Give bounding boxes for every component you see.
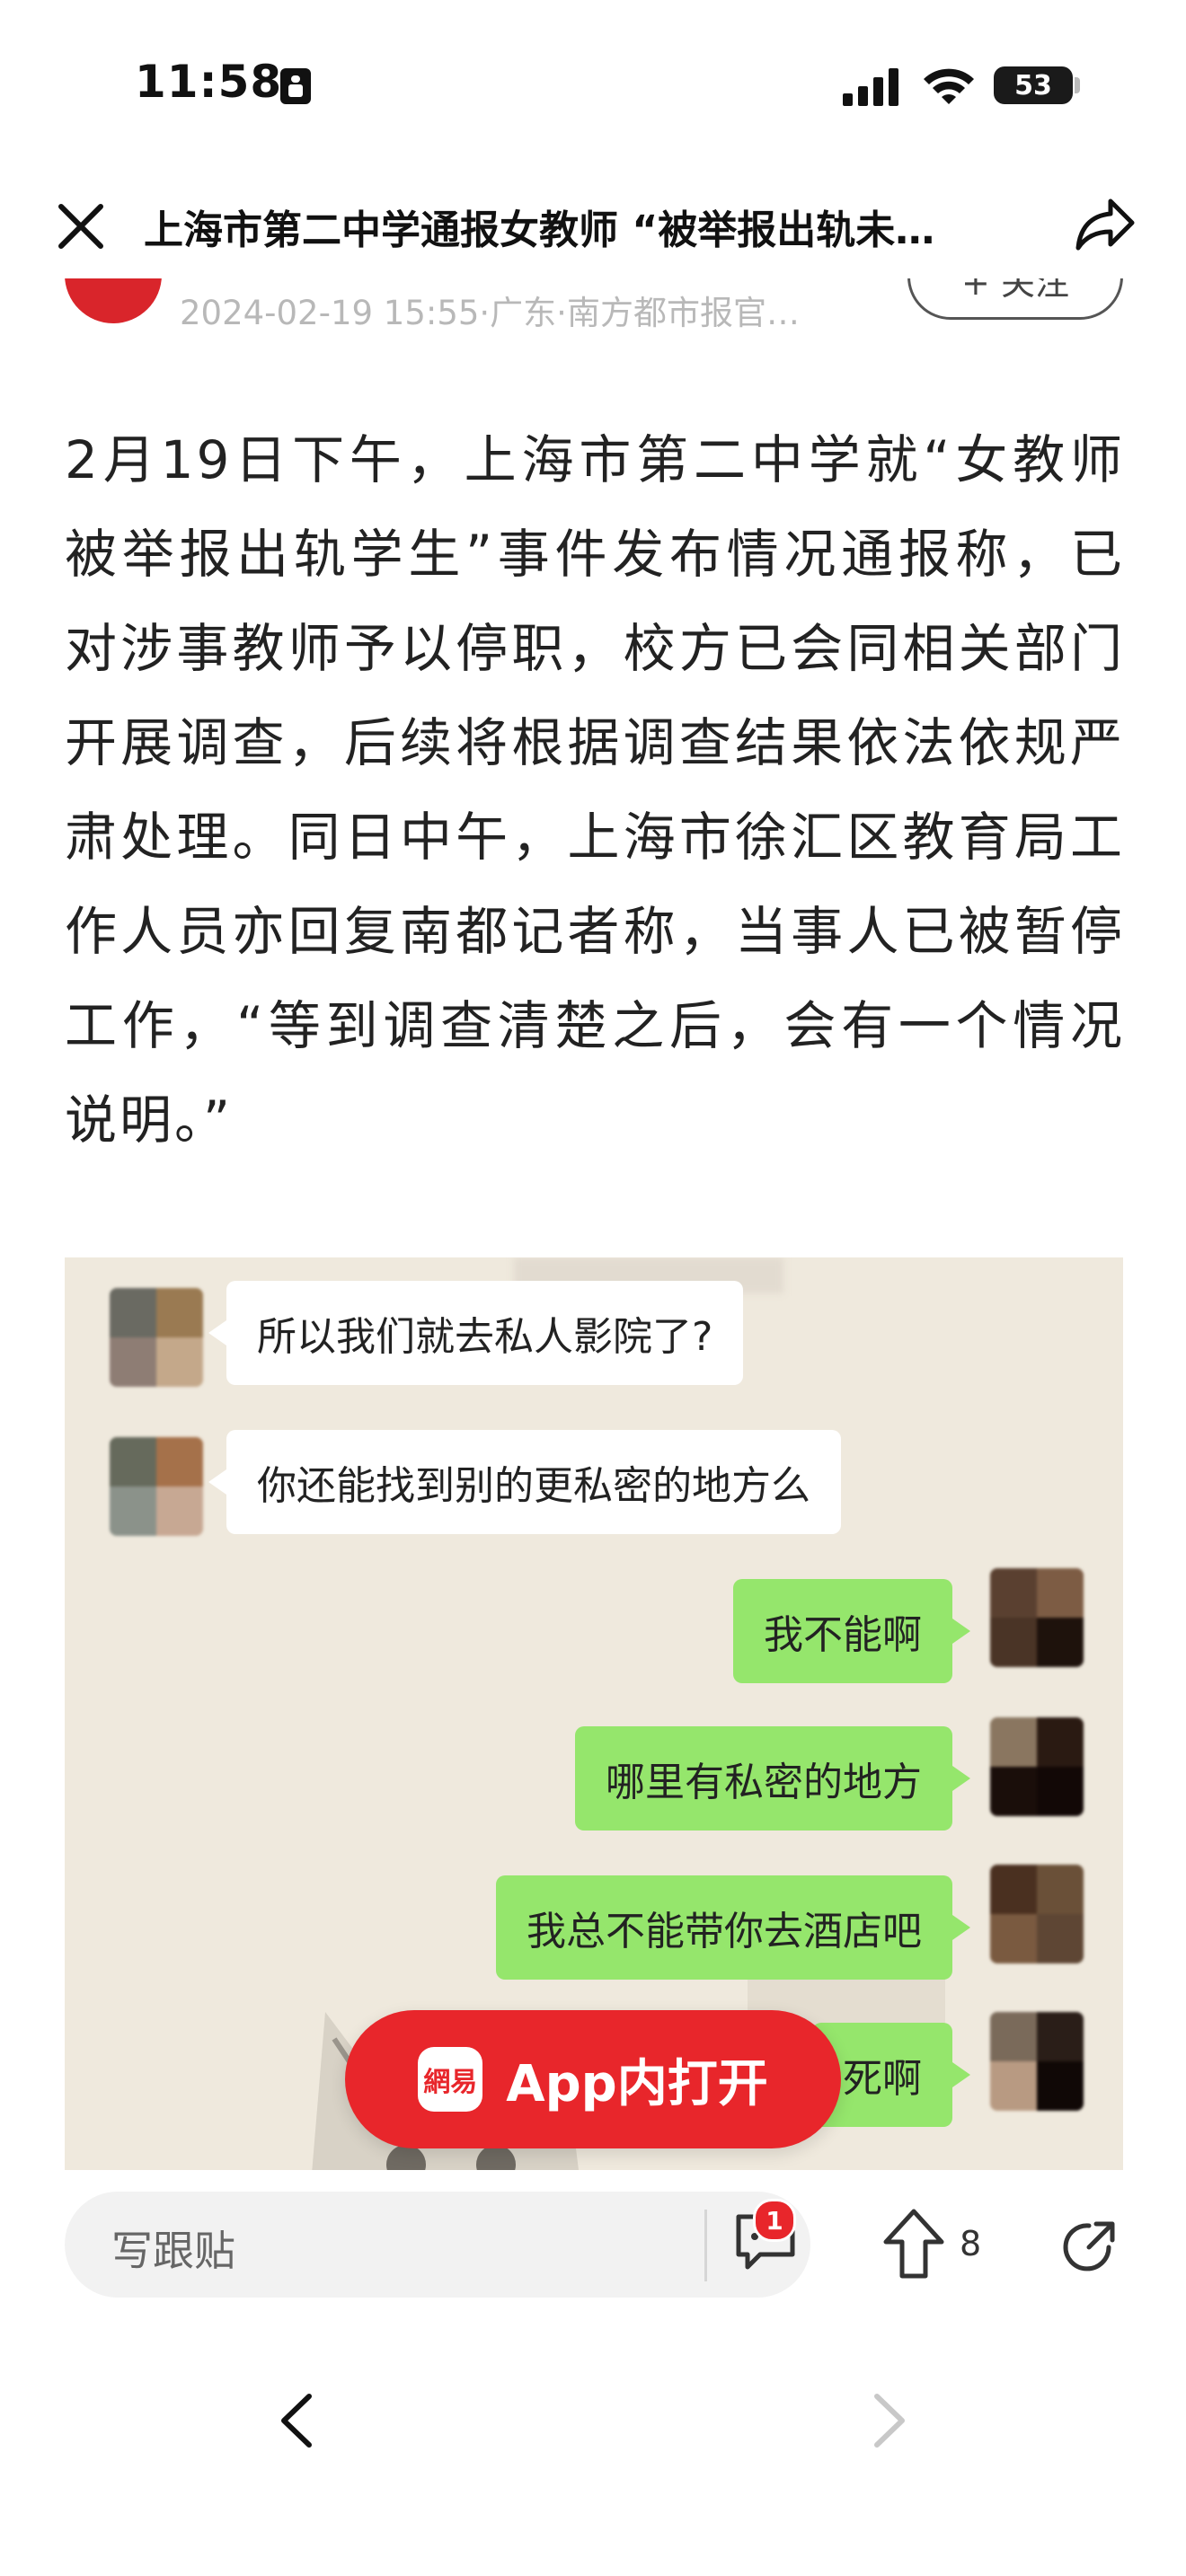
comment-count-badge: 1 [753,2199,796,2242]
netease-logo-icon: 網易 [418,2047,483,2112]
open-in-app-button[interactable]: 網易 App内打开 [345,2010,841,2148]
wifi-icon [924,68,974,104]
message-bubble: 哪里有私密的地方 [575,1726,970,1831]
comment-placeholder: 写跟贴 [111,2227,235,2275]
message-bubble: 所以我们就去私人影院了? [208,1281,744,1385]
open-in-app-label: App内打开 [506,2054,768,2113]
avatar [990,2012,1084,2111]
close-icon[interactable] [54,199,108,253]
upvote-count: 8 [960,2224,982,2263]
share-icon[interactable] [1075,196,1137,253]
avatar [990,1717,1084,1816]
upvote-icon[interactable] [881,2206,947,2281]
share-outline-icon[interactable] [1060,2217,1120,2276]
avatar [110,1437,203,1536]
battery-tip [1075,77,1080,93]
avatar [110,1288,203,1387]
signal-icon [843,68,898,106]
page-title: 上海市第二中学通报女教师 “被举报出轨未… [144,207,935,253]
avatar [990,1568,1084,1667]
message-bubble: 我总不能带你去酒店吧 [496,1875,970,1980]
publish-meta: 2024-02-19 15:55·广东·南方都市报官… [180,294,800,332]
divider [704,2210,707,2281]
avatar [990,1865,1084,1963]
article-body: 2月19日下午，上海市第二中学就“女教师被举报出轨学生”事件发布情况通报称，已对… [65,429,1125,1151]
back-icon[interactable] [270,2389,323,2452]
message-bubble: 你还能找到别的更私密的地方么 [208,1430,841,1534]
battery-indicator: 53 [994,66,1073,104]
lock-icon [280,68,311,104]
status-time: 11:58 [135,56,283,108]
forward-icon [874,2394,905,2448]
message-bubble: 我不能啊 [733,1579,970,1683]
